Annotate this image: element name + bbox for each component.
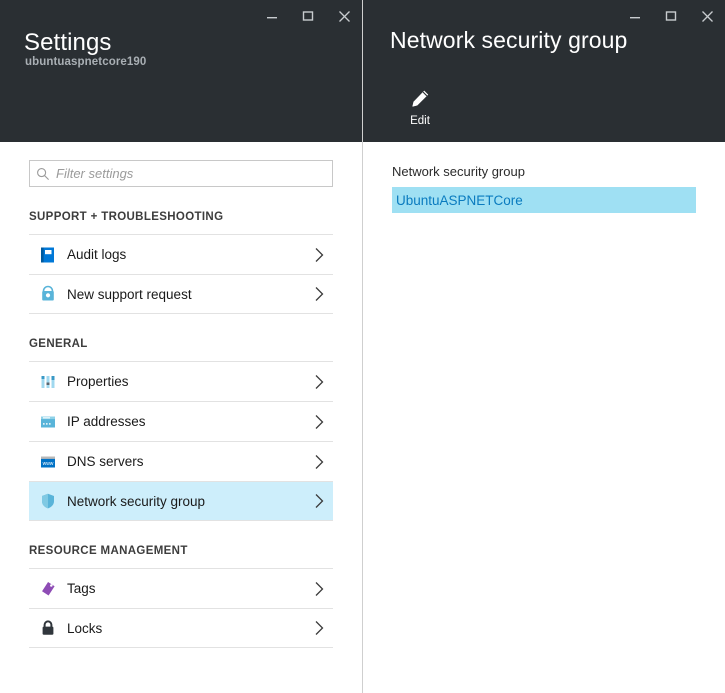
shield-icon	[29, 492, 67, 510]
sidebar-item-label: Network security group	[67, 493, 206, 509]
chevron-right-icon	[305, 620, 333, 636]
chevron-right-icon	[305, 454, 333, 470]
settings-window-controls	[254, 0, 362, 32]
chevron-right-icon	[305, 374, 333, 390]
section-title: SUPPORT + TROUBLESHOOTING	[29, 211, 224, 223]
nsg-blade-title: Network security group	[390, 27, 628, 53]
nsg-command-bar: Edit	[389, 82, 451, 127]
section-title: RESOURCE MANAGEMENT	[29, 545, 188, 557]
chevron-right-icon	[305, 493, 333, 509]
sidebar-item-audit-logs[interactable]: Audit logs	[29, 234, 333, 274]
close-icon[interactable]	[689, 1, 725, 31]
nsg-window-controls	[617, 0, 725, 32]
nsg-selected-item-link[interactable]: UbuntuASPNETCore	[396, 193, 523, 208]
support-request-icon	[29, 285, 67, 303]
properties-icon	[29, 373, 67, 391]
filter-wrapper	[0, 160, 362, 187]
settings-blade-title: Settings	[24, 29, 112, 56]
settings-list: Tags Locks	[0, 568, 362, 648]
search-icon	[30, 167, 56, 181]
chevron-right-icon	[305, 247, 333, 263]
nsg-field-label: Network security group	[392, 164, 525, 179]
sidebar-item-label: DNS servers	[67, 454, 144, 469]
section-support-troubleshooting: SUPPORT + TROUBLESHOOTING Audit logs New…	[0, 211, 362, 314]
chevron-right-icon	[305, 286, 333, 302]
chevron-right-icon	[305, 414, 333, 430]
section-resource-management: RESOURCE MANAGEMENT Tags Locks	[0, 545, 362, 648]
audit-logs-icon	[29, 246, 67, 264]
sidebar-item-label: Properties	[67, 374, 129, 389]
minimize-icon[interactable]	[254, 1, 290, 31]
sidebar-item-tags[interactable]: Tags	[29, 568, 333, 608]
sidebar-item-properties[interactable]: Properties	[29, 361, 333, 401]
section-general: GENERAL Properties IP addresses www DNS …	[0, 338, 362, 521]
settings-blade-header: Settings ubuntuaspnetcore190	[0, 0, 362, 142]
close-icon[interactable]	[326, 1, 362, 31]
sidebar-item-label: IP addresses	[67, 414, 146, 429]
settings-body: SUPPORT + TROUBLESHOOTING Audit logs	[0, 142, 362, 693]
maximize-icon[interactable]	[653, 1, 689, 31]
sidebar-item-dns-servers[interactable]: www DNS servers	[29, 441, 333, 481]
pencil-icon	[409, 86, 431, 112]
sidebar-item-ip-addresses[interactable]: IP addresses	[29, 401, 333, 441]
dns-servers-icon: www	[29, 453, 67, 471]
sidebar-item-label: Locks	[67, 620, 103, 636]
tag-icon	[29, 580, 67, 598]
settings-blade: Settings ubuntuaspnetcore190 SUPPORT +	[0, 0, 363, 693]
filter-box[interactable]	[29, 160, 333, 187]
azure-portal-blades: Settings ubuntuaspnetcore190 SUPPORT +	[0, 0, 725, 693]
chevron-right-icon	[305, 581, 333, 597]
svg-text:www: www	[43, 460, 54, 466]
sidebar-item-label: Audit logs	[67, 247, 127, 262]
maximize-icon[interactable]	[290, 1, 326, 31]
sidebar-item-locks[interactable]: Locks	[29, 608, 333, 648]
network-security-group-blade: Network security group Edit Network secu…	[363, 0, 725, 693]
nsg-blade-header: Network security group Edit	[363, 0, 725, 142]
sidebar-item-label: Tags	[67, 581, 96, 596]
settings-blade-subtitle: ubuntuaspnetcore190	[25, 56, 147, 68]
edit-button-label: Edit	[410, 115, 430, 127]
nsg-body: Network security group UbuntuASPNETCore	[363, 142, 725, 693]
settings-list: Audit logs New support request	[0, 234, 362, 314]
sidebar-item-network-security-group[interactable]: Network security group	[29, 481, 333, 521]
lock-icon	[29, 619, 67, 637]
nsg-selected-item[interactable]: UbuntuASPNETCore	[392, 187, 696, 213]
sidebar-item-label: New support request	[67, 286, 192, 302]
ip-addresses-icon	[29, 413, 67, 431]
sidebar-item-new-support-request[interactable]: New support request	[29, 274, 333, 314]
settings-list: Properties IP addresses www DNS servers …	[0, 361, 362, 521]
search-input[interactable]	[56, 166, 332, 181]
edit-button[interactable]: Edit	[389, 82, 451, 127]
section-title: GENERAL	[29, 338, 88, 350]
